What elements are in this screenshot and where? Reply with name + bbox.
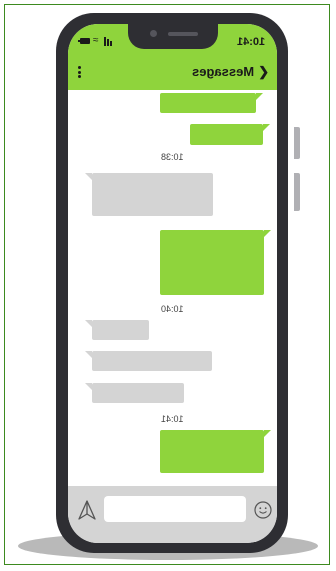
status-icons: ≈ [78,35,114,47]
send-icon[interactable] [78,500,96,520]
incoming-message[interactable] [85,173,213,216]
incoming-message[interactable] [85,320,149,340]
chevron-left-icon[interactable]: ❮ [258,64,269,79]
signal-icon [104,37,114,46]
message-input[interactable] [104,496,246,522]
battery-icon [78,38,90,44]
speaker-grille [168,32,198,36]
outgoing-message[interactable] [160,230,271,295]
emoji-icon[interactable] [254,501,272,519]
outgoing-message[interactable] [160,430,271,473]
message-timestamp: 10:40 [161,304,184,314]
title-label: Messages [191,64,255,79]
camera-icon [150,30,157,37]
wifi-icon: ≈ [93,35,99,46]
side-button-upper [294,127,300,159]
outgoing-message[interactable] [190,124,270,145]
message-timestamp: 10:41 [161,414,184,424]
phone-screen: ≈ 10:41 ❮Messages 10:38 10:40 10:41 [68,24,277,543]
incoming-message[interactable] [85,351,212,371]
outgoing-message[interactable] [160,93,263,113]
incoming-message[interactable] [85,383,184,403]
compose-bar [68,486,277,543]
notch [128,24,218,49]
kebab-menu-icon[interactable] [78,66,81,78]
message-timestamp: 10:38 [161,152,184,162]
status-time: 10:41 [236,36,265,48]
side-button-lower [294,173,300,211]
page-title[interactable]: ❮Messages [192,64,269,80]
